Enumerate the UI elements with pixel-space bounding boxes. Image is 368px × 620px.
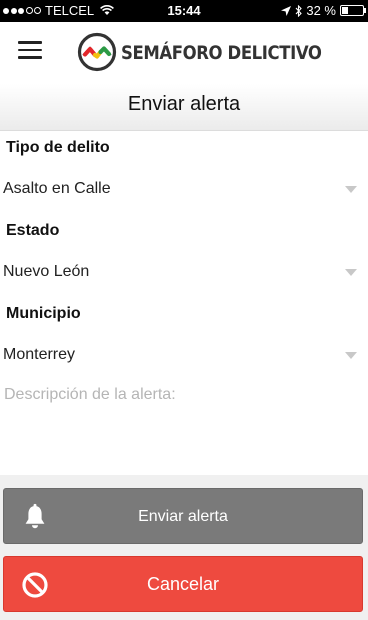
state-label: Estado xyxy=(6,222,60,239)
state-select[interactable]: Nuevo León xyxy=(0,258,368,288)
status-right: 32 % xyxy=(281,3,366,18)
bluetooth-icon xyxy=(295,4,303,17)
chevron-down-icon xyxy=(345,186,357,193)
battery-percentage: 32 % xyxy=(306,3,336,18)
hamburger-menu-icon[interactable] xyxy=(18,41,42,59)
crime-type-label: Tipo de delito xyxy=(6,139,110,156)
state-value: Nuevo León xyxy=(3,263,90,280)
battery-icon xyxy=(340,5,366,16)
app-screen: TELCEL 15:44 32 % SEMÁFORO DELICTIVO Env… xyxy=(0,0,368,620)
alert-description-field[interactable] xyxy=(0,382,368,474)
app-title: SEMÁFORO DELICTIVO xyxy=(121,41,322,63)
traffic-light-logo-icon xyxy=(77,32,117,72)
cancel-button[interactable]: Cancelar xyxy=(3,556,363,612)
page-title-bar: Enviar alerta xyxy=(0,84,368,131)
crime-type-select[interactable]: Asalto en Calle xyxy=(0,175,368,205)
municipality-label: Municipio xyxy=(6,305,81,322)
municipality-value: Monterrey xyxy=(3,346,76,363)
chevron-down-icon xyxy=(345,269,357,276)
cancel-label: Cancelar xyxy=(146,574,220,594)
status-bar: TELCEL 15:44 32 % xyxy=(0,0,368,22)
send-alert-label: Enviar alerta xyxy=(138,508,228,525)
municipality-select[interactable]: Monterrey xyxy=(0,341,368,371)
send-alert-button[interactable]: Enviar alerta xyxy=(3,488,363,544)
page-title: Enviar alerta xyxy=(127,93,241,115)
app-header: SEMÁFORO DELICTIVO xyxy=(0,22,368,84)
chevron-down-icon xyxy=(345,352,357,359)
location-arrow-icon xyxy=(281,5,292,16)
app-logo: SEMÁFORO DELICTIVO xyxy=(77,30,322,74)
crime-type-value: Asalto en Calle xyxy=(3,180,111,197)
